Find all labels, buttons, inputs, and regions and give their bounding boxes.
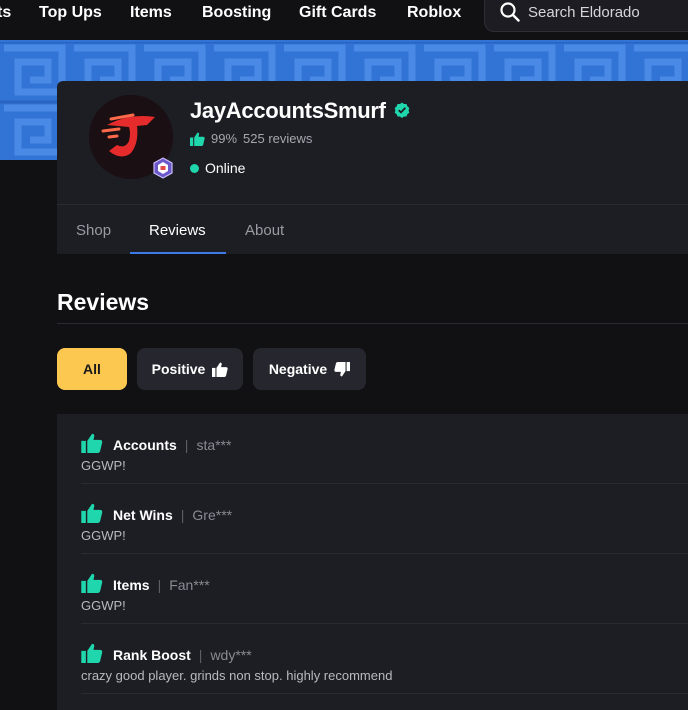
search-input[interactable]: Search Eldorado [484,0,688,32]
filter-negative-button[interactable]: Negative [253,348,366,390]
nav-item-top-ups[interactable]: Top Ups [39,4,102,22]
nav-item-roblox[interactable]: Roblox [407,4,461,22]
review-user: wdy*** [210,647,252,663]
thumbs-up-icon [81,573,103,593]
filter-positive-button[interactable]: Positive [137,348,243,390]
review-category: Items [113,577,150,593]
reviews-heading: Reviews [57,289,150,315]
review-text: GGWP! [81,598,126,613]
review-user: Gre*** [192,507,233,523]
review-item: Accounts | sta*** GGWP! [57,414,688,484]
seller-username: JayAccountsSmurf [190,98,386,123]
nav-item-items[interactable]: Items [130,4,172,22]
review-divider [81,693,688,694]
review-category: Net Wins [113,507,173,523]
review-item: Net Wins | Gre*** GGWP! [57,484,688,554]
nav-item-truncated[interactable]: ts [0,4,11,22]
seller-rating: 99% 525 reviews [190,131,312,146]
review-item: Rank Boost | wdy*** crazy good player. gri… [57,624,688,694]
tab-shop[interactable]: Shop [76,222,111,239]
thumbs-up-icon [212,362,228,377]
online-dot-icon [190,163,199,173]
nav-item-gift-cards[interactable]: Gift Cards [299,4,376,22]
review-item: Items | Fan*** GGWP! [57,554,688,624]
review-text: crazy good player. grinds non stop. high… [81,668,393,683]
profile-card: JayAccountsSmurf 99% 525 reviews Online … [57,81,688,254]
search-placeholder: Search Eldorado [528,4,640,21]
review-category: Accounts [113,437,177,453]
top-nav: ts Top Ups Items Boosting Gift Cards Rob… [0,0,688,40]
filter-all-label: All [83,361,101,377]
search-icon [500,2,520,22]
status-label: Online [205,160,246,176]
nav-item-boosting[interactable]: Boosting [202,4,271,22]
thumbs-up-icon [81,643,103,663]
review-list: Accounts | sta*** GGWP! Net Wins | Gre*** GG… [57,414,688,710]
review-count[interactable]: 525 reviews [243,131,312,146]
filter-negative-label: Negative [268,361,328,377]
online-status: Online [190,160,245,176]
filter-all-button[interactable]: All [57,348,127,390]
seller-rank-badge-icon [153,157,173,179]
verified-check-icon [394,102,410,118]
review-user: Fan*** [169,577,210,593]
thumbs-up-icon [81,503,103,523]
rating-percent: 99% [211,131,238,146]
review-user: sta*** [196,437,232,453]
reviews-divider [57,323,688,324]
tab-reviews[interactable]: Reviews [149,222,206,239]
thumbs-down-icon [334,361,351,376]
thumbs-up-icon [81,433,103,453]
tab-about[interactable]: About [245,222,284,239]
review-text: GGWP! [81,528,126,543]
filter-positive-label: Positive [151,361,206,377]
review-text: GGWP! [81,458,126,473]
review-category: Rank Boost [113,647,191,663]
card-divider [57,204,688,205]
active-tab-indicator [130,252,226,254]
thumbs-up-icon [190,132,205,146]
